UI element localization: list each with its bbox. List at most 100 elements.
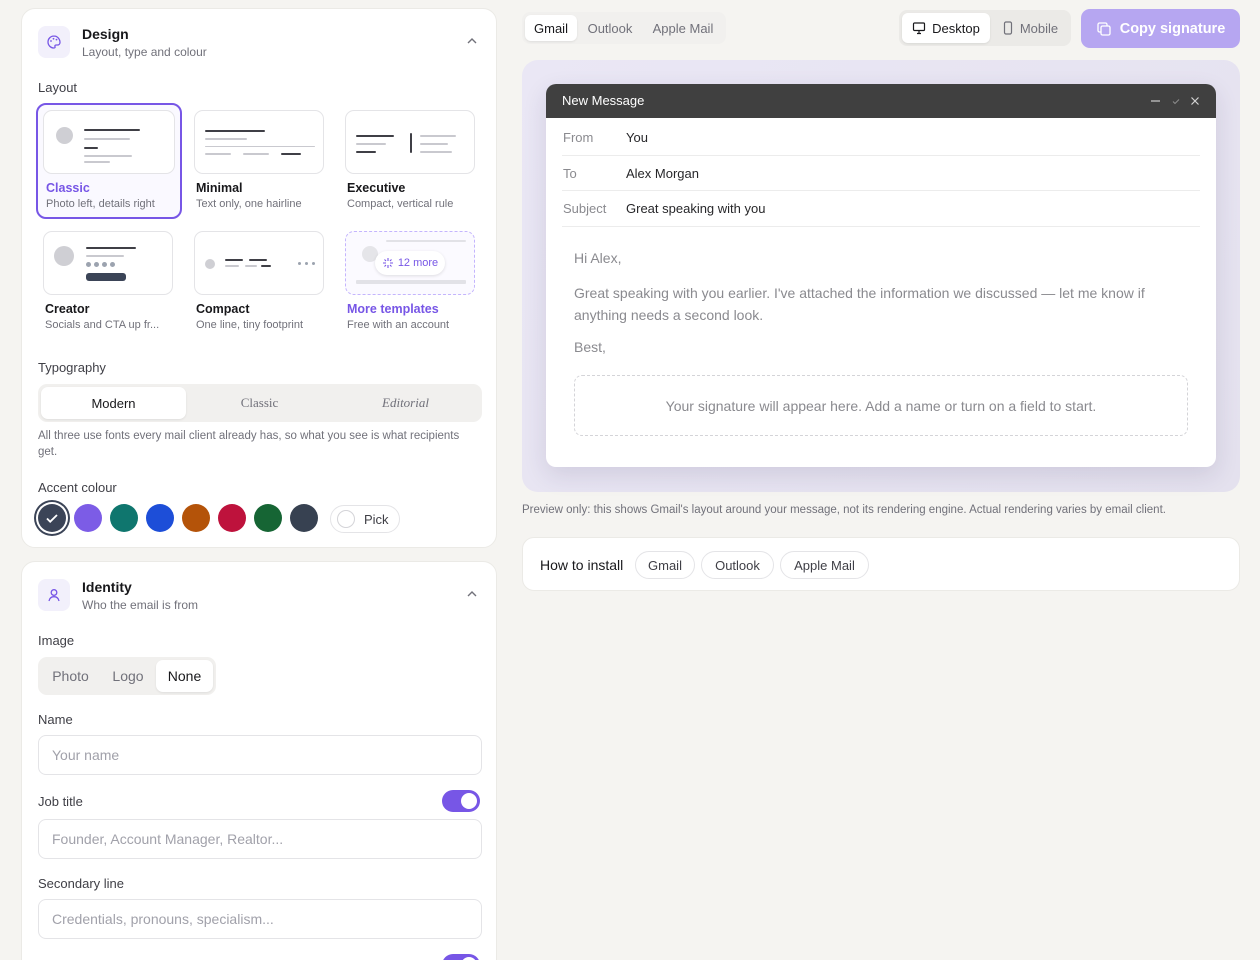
- layout-compact[interactable]: Compact One line, tiny footprint: [194, 231, 326, 337]
- accent-swatch[interactable]: [218, 504, 246, 532]
- field-from-label: From: [563, 130, 594, 145]
- email-closing: Best,: [574, 339, 606, 355]
- image-label: Image: [38, 633, 75, 648]
- typography-editorial[interactable]: Editorial: [333, 387, 478, 419]
- device-tab-mobile[interactable]: Mobile: [992, 13, 1068, 43]
- pick-color-button[interactable]: Pick: [330, 505, 400, 533]
- email-window: New Message From You To Alex Morgan Subj…: [546, 84, 1216, 467]
- image-photo[interactable]: Photo: [41, 660, 100, 692]
- secondary-line-label: Secondary line: [38, 876, 124, 891]
- client-tab-gmail[interactable]: Gmail: [525, 15, 577, 41]
- user-icon: [38, 579, 70, 611]
- device-tab-desktop[interactable]: Desktop: [902, 13, 990, 43]
- layout-compact-name: Compact: [196, 302, 250, 316]
- email-body: Great speaking with you earlier. I've at…: [574, 285, 1145, 323]
- more-badge: 12 more: [375, 251, 445, 275]
- accent-swatch[interactable]: [110, 504, 138, 532]
- client-tabs: Gmail Outlook Apple Mail: [522, 12, 726, 44]
- field-to: To Alex Morgan: [562, 156, 1200, 191]
- design-card: Design Layout, type and colour Layout Cl…: [21, 8, 497, 548]
- install-apple-mail[interactable]: Apple Mail: [780, 551, 869, 579]
- chevron-up-icon[interactable]: [466, 588, 478, 600]
- accent-swatch[interactable]: [38, 504, 66, 532]
- layout-more-name: More templates: [347, 302, 439, 316]
- check-icon: [46, 514, 58, 523]
- design-subtitle: Layout, type and colour: [82, 45, 207, 59]
- layout-compact-thumb: [194, 231, 324, 295]
- typography-classic[interactable]: Classic: [187, 387, 332, 419]
- design-header[interactable]: Design Layout, type and colour: [38, 25, 480, 65]
- layout-compact-desc: One line, tiny footprint: [196, 319, 304, 331]
- design-title: Design: [82, 26, 129, 42]
- accent-swatch[interactable]: [290, 504, 318, 532]
- layout-executive[interactable]: Executive Compact, vertical rule: [345, 110, 477, 216]
- layout-executive-desc: Compact, vertical rule: [347, 198, 454, 210]
- close-icon[interactable]: [1190, 96, 1200, 106]
- layout-creator-name: Creator: [45, 302, 90, 316]
- typography-label: Typography: [38, 360, 106, 375]
- typography-note: All three use fonts every mail client al…: [38, 430, 460, 458]
- name-input[interactable]: [38, 735, 482, 775]
- layout-classic[interactable]: Classic Photo left, details right: [36, 103, 182, 219]
- email-window-titlebar: New Message: [546, 84, 1216, 118]
- layout-classic-thumb: [43, 110, 175, 174]
- layout-minimal-thumb: [194, 110, 324, 174]
- device-tabs: Desktop Mobile: [899, 10, 1071, 46]
- install-bar: How to install Gmail Outlook Apple Mail: [522, 537, 1240, 591]
- field-subject: Subject Great speaking with you: [562, 191, 1200, 227]
- minimize-icon[interactable]: [1150, 96, 1161, 106]
- secondary-line-input[interactable]: [38, 899, 482, 939]
- install-outlook[interactable]: Outlook: [701, 551, 774, 579]
- client-tab-apple-mail[interactable]: Apple Mail: [642, 15, 724, 41]
- pick-color-label: Pick: [364, 511, 389, 527]
- preview-stage: New Message From You To Alex Morgan Subj…: [522, 60, 1240, 492]
- install-gmail[interactable]: Gmail: [635, 551, 695, 579]
- layout-label: Layout: [38, 80, 78, 95]
- field-subject-value: Great speaking with you: [626, 201, 766, 216]
- identity-subtitle: Who the email is from: [82, 598, 199, 612]
- monitor-icon: [913, 22, 926, 35]
- pick-color-icon: [337, 510, 355, 528]
- preview-note: Preview only: this shows Gmail's layout …: [522, 504, 1166, 516]
- sparkle-icon: [382, 258, 393, 268]
- copy-signature-label: Copy signature: [1119, 20, 1226, 37]
- identity-title: Identity: [82, 579, 132, 595]
- chevron-up-icon[interactable]: [466, 35, 478, 47]
- copy-signature-button[interactable]: Copy signature: [1081, 9, 1240, 48]
- device-tab-desktop-label: Desktop: [932, 20, 980, 36]
- client-tab-outlook[interactable]: Outlook: [578, 15, 642, 41]
- image-none[interactable]: None: [156, 660, 213, 692]
- secondary-line-toggle[interactable]: [442, 954, 480, 960]
- more-badge-label: 12 more: [397, 257, 439, 269]
- layout-minimal-name: Minimal: [196, 181, 243, 195]
- image-segmented: Photo Logo None: [38, 657, 216, 695]
- typography-segmented: Modern Classic Editorial: [38, 384, 482, 422]
- field-to-label: To: [563, 166, 577, 181]
- field-from-value: You: [626, 130, 648, 145]
- signature-placeholder: Your signature will appear here. Add a n…: [574, 375, 1188, 436]
- phone-icon: [1003, 21, 1012, 35]
- field-from: From You: [562, 118, 1200, 156]
- image-logo[interactable]: Logo: [100, 660, 156, 692]
- field-subject-label: Subject: [563, 201, 607, 216]
- accent-swatch[interactable]: [254, 504, 282, 532]
- accent-swatch[interactable]: [146, 504, 174, 532]
- layout-minimal-desc: Text only, one hairline: [196, 198, 302, 210]
- identity-card: Identity Who the email is from Image Pho…: [21, 561, 497, 960]
- identity-header[interactable]: Identity Who the email is from: [38, 578, 480, 618]
- expand-icon[interactable]: [1171, 96, 1181, 106]
- palette-icon: [38, 26, 70, 58]
- typography-modern[interactable]: Modern: [41, 387, 186, 419]
- accent-label: Accent colour: [38, 480, 117, 495]
- accent-swatch[interactable]: [182, 504, 210, 532]
- layout-creator[interactable]: Creator Socials and CTA up fr...: [43, 231, 175, 337]
- job-title-input[interactable]: [38, 819, 482, 859]
- layout-creator-thumb: [43, 231, 173, 295]
- layout-creator-desc: Socials and CTA up fr...: [45, 319, 160, 331]
- layout-executive-thumb: [345, 110, 475, 174]
- job-title-toggle[interactable]: [442, 790, 480, 812]
- layout-minimal[interactable]: Minimal Text only, one hairline: [194, 110, 326, 216]
- accent-swatch[interactable]: [74, 504, 102, 532]
- layout-more-desc: Free with an account: [347, 319, 450, 331]
- layout-more-templates[interactable]: 12 more More templates Free with an acco…: [345, 231, 477, 337]
